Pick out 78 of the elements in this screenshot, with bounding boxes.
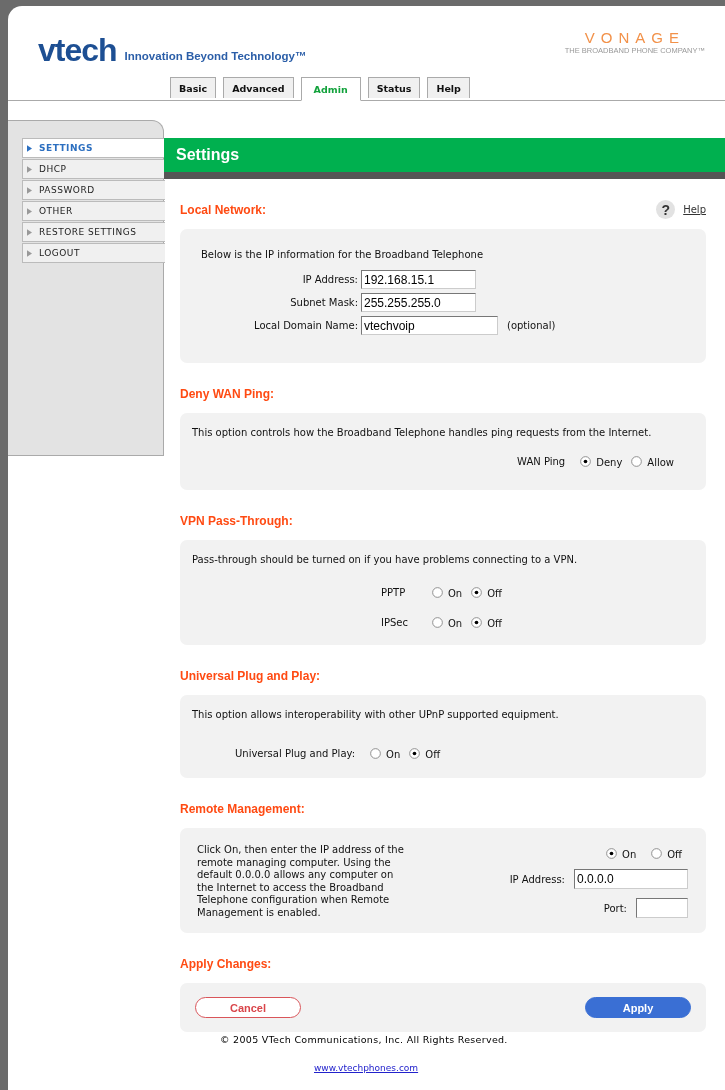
- nav-tab[interactable]: Help: [427, 77, 470, 98]
- triangle-icon: [27, 144, 32, 152]
- section-title: Remote Management:: [180, 801, 305, 816]
- radio-button[interactable]: [606, 847, 617, 859]
- radio-button[interactable]: [471, 616, 483, 628]
- section-description: Click On, then enter the IP address of the remote managing computer. Using the default 0.0.0.0 allows any computer on the Internet to access the Broadband Telephone configuration when Remote Management is enabled.: [197, 844, 405, 919]
- sidebar-item[interactable]: PASSWORD: [22, 180, 165, 200]
- sidebar-item-label: LOGOUT: [39, 248, 80, 258]
- field-label: Subnet Mask:: [289, 297, 358, 308]
- text-field[interactable]: 0.0.0.0: [574, 869, 688, 889]
- section-title: Local Network:: [180, 202, 266, 217]
- section-title: VPN Pass-Through:: [180, 513, 293, 528]
- radio-button[interactable]: [432, 586, 443, 598]
- sidebar-item-label: OTHER: [39, 206, 73, 216]
- radio-button[interactable]: [651, 847, 663, 859]
- triangle-icon: [27, 165, 32, 173]
- section-description: This option allows interoperability with other UPnP supported equipment.: [192, 709, 560, 720]
- sidebar-item-label: DHCP: [39, 164, 67, 174]
- cancel-button[interactable]: Cancel: [195, 997, 301, 1018]
- sidebar-item-label: SETTINGS: [39, 143, 93, 153]
- field-note: (optional): [507, 320, 556, 331]
- partner-logo-text: VONAGE: [584, 30, 685, 45]
- radio-label: Off: [425, 749, 441, 760]
- section-description: Pass-through should be turned on if you have problems connecting to a VPN.: [192, 554, 579, 565]
- option-label: PPTP: [381, 586, 407, 598]
- copyright-text: © 2005 VTech Communications, Inc. All Rights Reserved.: [220, 1034, 509, 1045]
- page-title: Settings: [176, 146, 240, 164]
- radio-button[interactable]: [432, 616, 443, 628]
- field-label: Port:: [603, 902, 627, 914]
- radio-button[interactable]: [409, 747, 421, 759]
- apply-button[interactable]: Apply: [585, 997, 691, 1018]
- radio-label: Off: [487, 588, 502, 599]
- section-title: Universal Plug and Play:: [180, 668, 321, 683]
- option-label: WAN Ping: [517, 455, 566, 467]
- nav-tab[interactable]: Advanced: [223, 77, 294, 98]
- sidebar-item[interactable]: OTHER: [22, 201, 165, 221]
- radio-button[interactable]: [370, 747, 382, 759]
- sidebar-item[interactable]: LOGOUT: [22, 243, 165, 263]
- nav-tab[interactable]: Status: [367, 77, 421, 98]
- triangle-icon: [27, 249, 32, 257]
- help-icon[interactable]: ?: [656, 200, 676, 219]
- sidebar-item[interactable]: SETTINGS: [22, 138, 165, 158]
- triangle-icon: [27, 207, 32, 215]
- section-description: Below is the IP information for the Broadband Telephone: [201, 249, 485, 260]
- sidebar-item-label: RESTORE SETTINGS: [39, 227, 137, 237]
- sidebar-item[interactable]: RESTORE SETTINGS: [22, 222, 165, 242]
- field-label: IP Address:: [509, 873, 565, 885]
- section-title: Deny WAN Ping:: [180, 386, 274, 401]
- section-title: Apply Changes:: [180, 956, 272, 971]
- radio-label: Off: [487, 618, 502, 629]
- radio-label: Allow: [647, 457, 674, 468]
- radio-button[interactable]: [471, 586, 483, 598]
- text-field[interactable]: 255.255.255.0: [361, 293, 476, 312]
- radio-label: On: [386, 749, 401, 760]
- option-label: Universal Plug and Play:: [235, 747, 356, 759]
- triangle-icon: [27, 186, 32, 194]
- text-field[interactable]: 192.168.15.1: [361, 270, 476, 289]
- radio-button[interactable]: [631, 455, 643, 467]
- logo-text: vtech: [38, 36, 117, 64]
- radio-label: Deny: [596, 457, 623, 468]
- tagline: Innovation Beyond Technology™: [124, 50, 307, 62]
- section-description: This option controls how the Broadband Telephone handles ping requests from the Internet.: [192, 427, 653, 438]
- nav-tab[interactable]: Basic: [170, 77, 217, 98]
- website-link[interactable]: www.vtechphones.com: [314, 1063, 419, 1073]
- option-label: IPSec: [381, 616, 409, 628]
- radio-label: On: [448, 618, 463, 629]
- triangle-icon: [27, 228, 32, 236]
- sidebar-item-label: PASSWORD: [39, 185, 95, 195]
- radio-button[interactable]: [580, 455, 592, 467]
- text-field[interactable]: vtechvoip: [361, 316, 498, 335]
- field-label: IP Address:: [301, 274, 358, 285]
- radio-label: On: [622, 849, 637, 860]
- field-label: Local Domain Name:: [253, 320, 358, 331]
- radio-label: Off: [667, 849, 682, 860]
- radio-label: On: [448, 588, 463, 599]
- help-link[interactable]: Help: [683, 204, 706, 215]
- text-field[interactable]: [636, 898, 688, 918]
- sidebar-item[interactable]: DHCP: [22, 159, 165, 179]
